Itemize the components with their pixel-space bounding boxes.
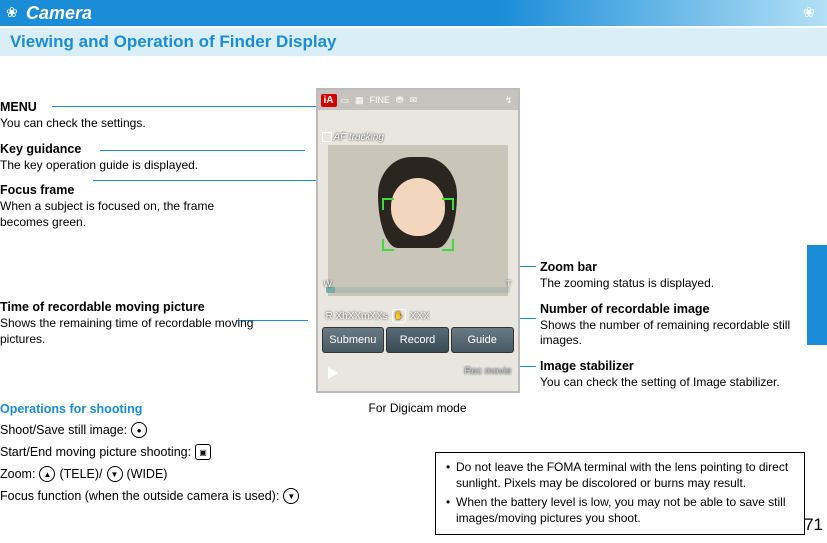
label-zoombar-title: Zoom bar xyxy=(540,260,808,274)
play-icon xyxy=(328,367,338,379)
quality-icon: FINE xyxy=(368,95,393,105)
op-text: (WIDE) xyxy=(127,467,168,481)
op-zoom: Zoom: ▲ (TELE)/ ▼ (WIDE) xyxy=(0,466,430,482)
aspect-icon: ▭ xyxy=(339,95,352,106)
down-key-icon: ▼ xyxy=(107,466,123,482)
zoom-wide-label: W xyxy=(324,279,333,289)
center-key-icon: ● xyxy=(131,422,147,438)
op-focus: Focus function (when the outside camera … xyxy=(0,488,430,504)
af-tracking-label: AF tracking xyxy=(322,132,384,143)
note-item: Do not leave the FOMA terminal with the … xyxy=(446,459,794,491)
focus-frame-overlay xyxy=(382,198,454,251)
label-keyguidance-desc: The key operation guide is displayed. xyxy=(0,158,265,174)
op-text: Start/End moving picture shooting: xyxy=(0,445,191,459)
operations-title: Operations for shooting xyxy=(0,402,430,416)
right-callouts: Zoom bar The zooming status is displayed… xyxy=(540,100,808,400)
section-header: Viewing and Operation of Finder Display xyxy=(0,28,827,56)
camera-key-icon: ▣ xyxy=(195,444,211,460)
softkey-row: Submenu Record Guide xyxy=(318,327,518,353)
section-title: Viewing and Operation of Finder Display xyxy=(10,32,337,52)
note-item: When the battery level is low, you may n… xyxy=(446,494,794,526)
rec-movie-label: Rec movie xyxy=(464,366,511,377)
operations-section: Operations for shooting Shoot/Save still… xyxy=(0,396,430,510)
op-text: Shoot/Save still image: xyxy=(0,423,127,437)
label-keyguidance-title: Key guidance xyxy=(0,142,265,156)
finder-screen: iA ▭ ▦ FINE ⛃ ✉ ↯ AF tracking W xyxy=(316,88,520,393)
softkey-record: Record xyxy=(386,327,449,353)
record-info-row: R XhXXmXXs ✋ XXX xyxy=(326,309,510,323)
chapter-title: Camera xyxy=(26,3,92,24)
softkey-guide: Guide xyxy=(451,327,514,353)
ia-badge: iA xyxy=(321,94,337,107)
rec-time-text: R XhXXmXXs xyxy=(326,311,388,322)
size-icon: ▦ xyxy=(353,95,366,106)
camera-preview xyxy=(328,145,508,296)
mail-icon: ✉ xyxy=(408,95,420,106)
page-body: MENU You can check the settings. Key gui… xyxy=(0,56,827,543)
zoom-tele-label: T xyxy=(506,279,512,289)
label-stabilizer-title: Image stabilizer xyxy=(540,359,808,373)
op-text: (TELE)/ xyxy=(59,467,102,481)
label-rectime-desc: Shows the remaining time of recordable m… xyxy=(0,316,265,347)
label-menu-title: MENU xyxy=(0,100,265,114)
decor-icon xyxy=(803,6,827,20)
op-text: Focus function (when the outside camera … xyxy=(0,489,279,503)
stabilizer-icon: ✋ xyxy=(392,309,406,323)
label-zoombar-desc: The zooming status is displayed. xyxy=(540,276,808,292)
label-numrec-desc: Shows the number of remaining recordable… xyxy=(540,318,808,349)
chapter-header: Camera xyxy=(0,0,827,26)
storage-icon: ⛃ xyxy=(394,95,406,106)
finder-statusbar: iA ▭ ▦ FINE ⛃ ✉ ↯ xyxy=(318,90,518,110)
label-focusframe-title: Focus frame xyxy=(0,183,265,197)
af-square-icon xyxy=(322,132,332,142)
flash-icon: ↯ xyxy=(503,95,515,106)
left-callouts: MENU You can check the settings. Key gui… xyxy=(0,100,265,358)
rec-count-text: XXX xyxy=(410,311,430,322)
clover-icon xyxy=(6,6,20,20)
label-stabilizer-desc: You can check the setting of Image stabi… xyxy=(540,375,808,391)
op-shoot-still: Shoot/Save still image: ● xyxy=(0,422,430,438)
down-key-icon: ▼ xyxy=(283,488,299,504)
op-moving-picture: Start/End moving picture shooting: ▣ xyxy=(0,444,430,460)
finder-illustration: iA ▭ ▦ FINE ⛃ ✉ ↯ AF tracking W xyxy=(300,88,535,415)
op-text: Zoom: xyxy=(0,467,35,481)
notes-box: Do not leave the FOMA terminal with the … xyxy=(435,452,805,535)
af-text: AF tracking xyxy=(334,132,384,143)
up-key-icon: ▲ xyxy=(39,466,55,482)
label-rectime-title: Time of recordable moving picture xyxy=(0,300,265,314)
page-number: 71 xyxy=(804,515,823,535)
label-menu-desc: You can check the settings. xyxy=(0,116,265,132)
label-focusframe-desc: When a subject is focused on, the frame … xyxy=(0,199,265,230)
zoom-bar: W T xyxy=(326,287,510,293)
softkey-submenu: Submenu xyxy=(322,327,385,353)
label-numrec-title: Number of recordable image xyxy=(540,302,808,316)
thumb-tab-label: Enjoy xyxy=(807,258,824,304)
